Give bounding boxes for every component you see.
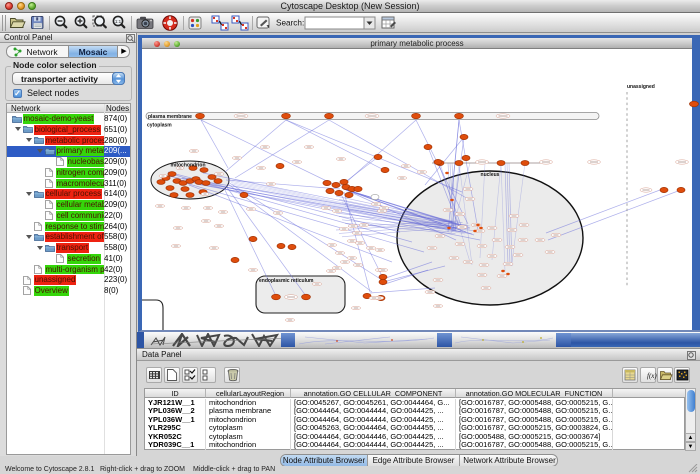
svg-text:mitochondrion: mitochondrion — [171, 163, 206, 169]
svg-text:endoplasmic reticulum: endoplasmic reticulum — [259, 278, 314, 284]
svg-text:nucleus: nucleus — [481, 172, 500, 178]
svg-text:plasma membrane: plasma membrane — [148, 114, 192, 120]
svg-text:Search:: Search: — [276, 19, 304, 28]
svg-text:unassigned: unassigned — [627, 84, 655, 90]
svg-text:1:1: 1:1 — [115, 19, 122, 24]
svg-text:cytoplasm: cytoplasm — [147, 123, 172, 129]
svg-text:f(x): f(x) — [647, 372, 657, 380]
